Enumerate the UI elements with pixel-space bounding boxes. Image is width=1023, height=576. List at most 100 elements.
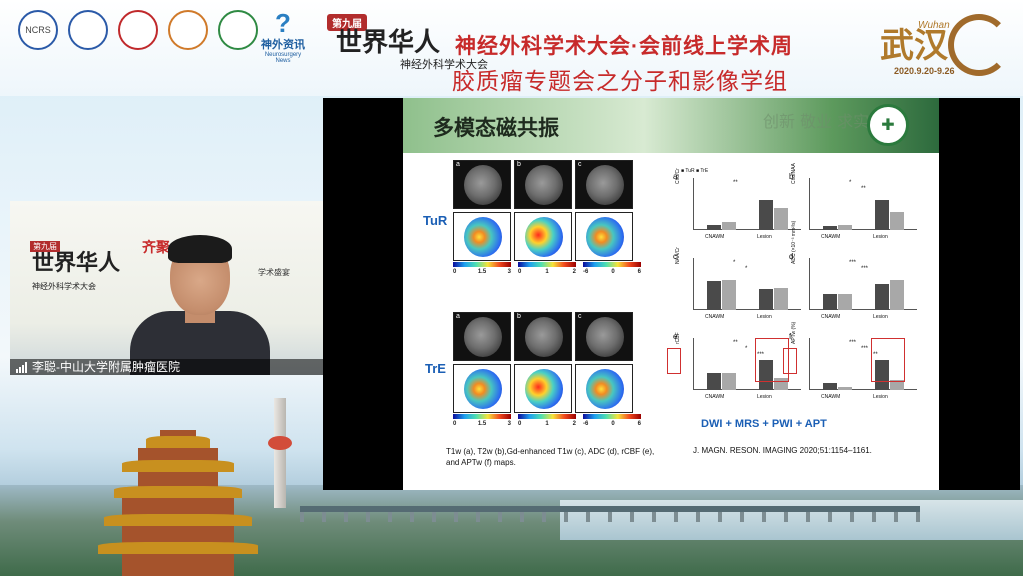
x-tick-label: CNAWM bbox=[821, 234, 841, 240]
row-label-tre: TrE bbox=[425, 361, 446, 376]
significance-marker: *** bbox=[861, 346, 869, 352]
neurosurgery-news-logo: ? 神外资讯 Neurosurgery News bbox=[258, 10, 308, 64]
mri-gd-t1w: c bbox=[575, 312, 633, 361]
map-adc: d bbox=[453, 212, 511, 261]
chart-ylabel: Cho/NAA bbox=[791, 163, 797, 184]
chart-legend: ■ TuR ■ TrE bbox=[681, 168, 709, 174]
bar-chart-f: f APTw (%) CNAWM Lesion *** *** ** bbox=[783, 322, 919, 400]
significance-marker: *** bbox=[849, 260, 857, 266]
significance-marker: * bbox=[849, 180, 852, 186]
bar-tre-lesion bbox=[774, 208, 788, 230]
significance-marker: * bbox=[745, 266, 748, 272]
x-tick-label: CNAWM bbox=[705, 314, 725, 320]
partner-logos: NCRS bbox=[18, 10, 258, 50]
yellow-crane-tower bbox=[98, 430, 258, 576]
bar-tur-cnawm bbox=[823, 293, 837, 310]
journal-reference: J. MAGN. RESON. IMAGING 2020;51:1154–116… bbox=[693, 446, 872, 455]
colorbar-ticks-tre: 0 1.5 3 012 -6 0 6 bbox=[453, 421, 641, 427]
figure-caption: T1w (a), T2w (b),Gd-enhanced T1w (c), AD… bbox=[446, 447, 655, 467]
mri-t2w: b bbox=[514, 160, 572, 209]
significance-marker: *** bbox=[849, 340, 857, 346]
hospital-logo bbox=[118, 10, 158, 50]
bar-chart-c: c NAA/Cr CNAWM Lesion * * bbox=[673, 247, 803, 320]
bar-tur-cnawm bbox=[823, 225, 837, 230]
medical-society-logo bbox=[68, 10, 108, 50]
slide-title: 多模态磁共振 bbox=[433, 117, 559, 140]
map-rcbf: e bbox=[514, 212, 572, 261]
bar-tur-lesion bbox=[759, 199, 773, 230]
mri-grid-tre: a b c d e f bbox=[453, 312, 633, 413]
significance-marker: *** bbox=[861, 266, 869, 272]
association-logo bbox=[168, 10, 208, 50]
video-conference-text: 神经外科学术大会 bbox=[32, 282, 96, 291]
video-sub-text: 学术盛宴 bbox=[258, 268, 290, 277]
highlight-box bbox=[667, 348, 681, 374]
bridge-deck bbox=[300, 512, 920, 522]
bar-tur-cnawm bbox=[823, 383, 837, 390]
colorbars-tur bbox=[453, 262, 641, 267]
map-aptw: f bbox=[575, 364, 633, 413]
conference-subtitle: 胶质瘤专题会之分子和影像学组 bbox=[452, 68, 788, 94]
significance-marker: ** bbox=[861, 186, 866, 192]
x-tick-label: CNAWM bbox=[821, 394, 841, 400]
bar-tre-cnawm bbox=[838, 224, 852, 230]
calligraphy-title: 世界华人 bbox=[336, 28, 441, 58]
x-tick-label: Lesion bbox=[757, 394, 772, 400]
bar-tre-lesion bbox=[774, 287, 788, 310]
bar-tur-lesion bbox=[759, 289, 773, 310]
bar-tre-lesion bbox=[890, 211, 904, 230]
bar-tur-lesion bbox=[875, 283, 889, 310]
highlight-box bbox=[783, 348, 797, 374]
x-tick-label: CNAWM bbox=[821, 314, 841, 320]
x-tick-label: CNAWM bbox=[705, 234, 725, 240]
speaker-video[interactable]: 世界华人 第九届 神经外科学术大会 齐聚 学术盛宴 李聪-中山大学附属肿瘤医院 bbox=[10, 201, 323, 375]
bar-tur-lesion bbox=[875, 199, 889, 230]
signal-strength-icon bbox=[16, 362, 28, 373]
mri-gd-t1w: c bbox=[575, 160, 633, 209]
speaker-name-bar: 李聪-中山大学附属肿瘤医院 bbox=[10, 359, 323, 375]
conference-title: 神经外科学术大会·会前线上学术周 bbox=[455, 35, 793, 58]
bar-tre-cnawm bbox=[838, 386, 852, 390]
conference-dates: 2020.9.20-9.26 bbox=[894, 66, 955, 76]
bar-chart-d: d ADC (×10⁻³ mm²/s) CNAWM Lesion *** *** bbox=[789, 221, 919, 320]
bar-tre-cnawm bbox=[838, 293, 852, 310]
bar-tre-cnawm bbox=[722, 222, 736, 230]
map-adc: d bbox=[453, 364, 511, 413]
colorbars-tre bbox=[453, 414, 641, 419]
conference-banner: NCRS ? 神外资讯 Neurosurgery News 第九届 世界华人 神… bbox=[0, 0, 1023, 96]
speaker-name: 李聪-中山大学附属肿瘤医院 bbox=[32, 360, 180, 374]
ncrs-logo: NCRS bbox=[18, 10, 58, 50]
chart-ylabel: ADC (×10⁻³ mm²/s) bbox=[791, 220, 797, 264]
mri-grid-tur: a b c d e f bbox=[453, 160, 633, 261]
map-aptw: f bbox=[575, 212, 633, 261]
question-mark-icon: ? bbox=[275, 8, 291, 38]
colorbar-ticks-tur: 0 1.5 3 012 -6 0 6 bbox=[453, 269, 641, 275]
chart-ylabel: Cho/Cr bbox=[675, 168, 681, 184]
x-tick-label: Lesion bbox=[873, 234, 888, 240]
highlight-box bbox=[871, 338, 905, 382]
x-tick-label: Lesion bbox=[757, 234, 772, 240]
chart-ylabel: rCBF bbox=[675, 332, 681, 344]
mri-t1w: a bbox=[453, 312, 511, 361]
x-tick-label: Lesion bbox=[873, 314, 888, 320]
video-edition-badge: 第九届 bbox=[30, 241, 60, 252]
significance-marker: ** bbox=[733, 340, 738, 346]
map-rcbf: e bbox=[514, 364, 572, 413]
city-name-en: Wuhan bbox=[918, 20, 950, 31]
significance-marker: * bbox=[733, 260, 736, 266]
tv-tower bbox=[274, 398, 286, 508]
bar-tre-cnawm bbox=[722, 373, 736, 390]
speaker-hair bbox=[168, 235, 232, 263]
tv-tower-ball bbox=[268, 436, 292, 450]
slide-header: 多模态磁共振 创新 敬业 求实 ✚ bbox=[403, 98, 939, 153]
x-tick-label: Lesion bbox=[873, 394, 888, 400]
bar-chart-b: b Cho/NAA CNAWM Lesion * ** bbox=[789, 163, 919, 240]
mri-t1w: a bbox=[453, 160, 511, 209]
bar-chart-a: a Cho/Cr CNAWM Lesion ** bbox=[673, 168, 803, 240]
wuhan-swirl-icon bbox=[948, 14, 1010, 76]
bar-tur-cnawm bbox=[707, 281, 721, 310]
presentation-slide: 多模态磁共振 创新 敬业 求实 ✚ TuR TrE a b c d e f 01… bbox=[403, 98, 939, 490]
chart-ylabel: NAA/Cr bbox=[675, 247, 681, 264]
bar-tre-cnawm bbox=[722, 279, 736, 310]
mri-t2w: b bbox=[514, 312, 572, 361]
